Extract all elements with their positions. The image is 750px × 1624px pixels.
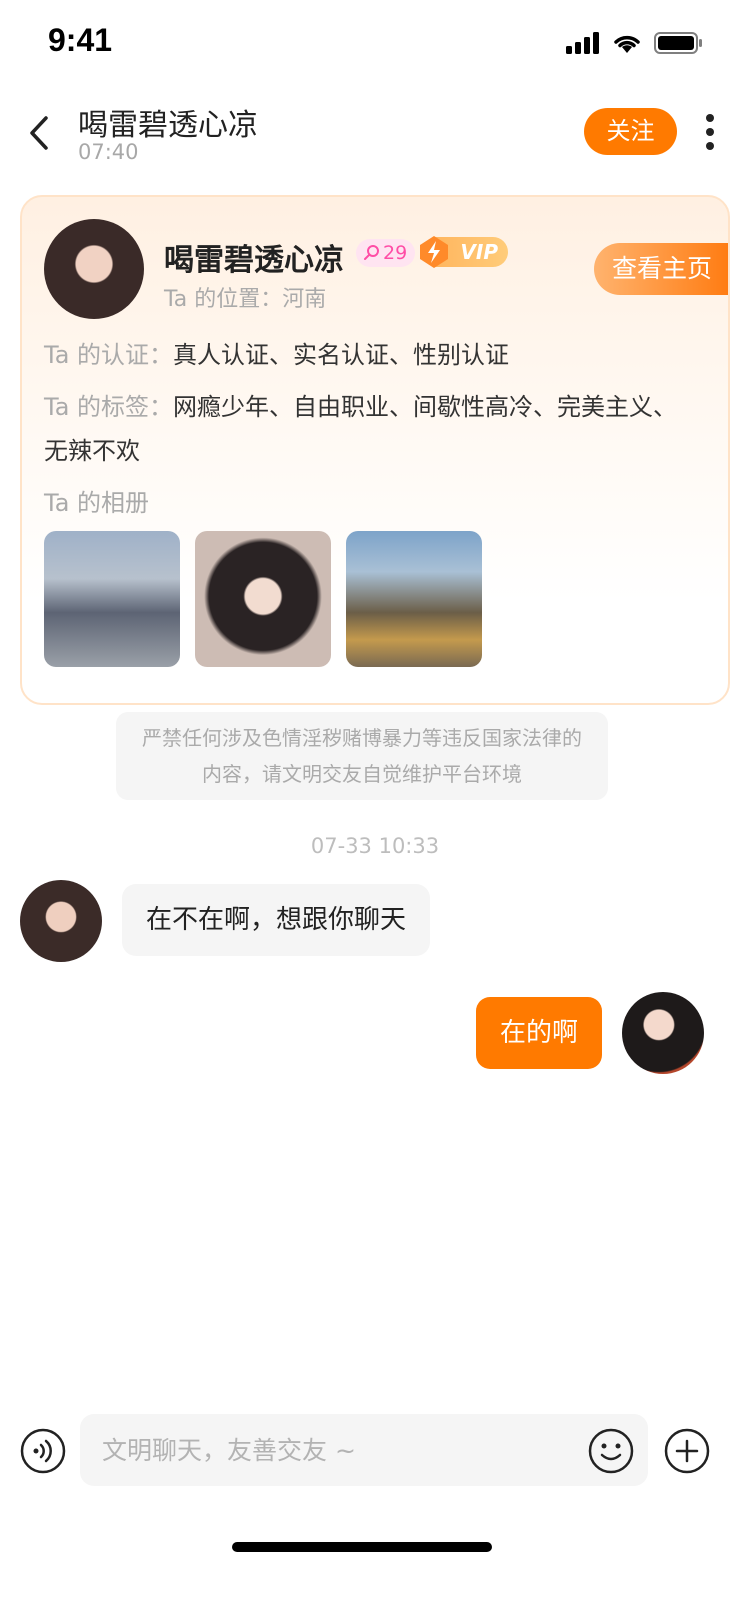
plus-icon bbox=[664, 1428, 710, 1474]
input-bar bbox=[0, 1410, 750, 1494]
chat-subtitle: 07:40 bbox=[78, 140, 139, 164]
message-input-box bbox=[80, 1414, 648, 1486]
profile-avatar[interactable] bbox=[44, 219, 144, 319]
view-homepage-button[interactable]: 查看主页 bbox=[594, 243, 728, 295]
voice-icon bbox=[20, 1428, 66, 1474]
location-value: 河南 bbox=[282, 287, 327, 312]
message-timestamp: 07-33 10:33 bbox=[310, 834, 440, 858]
emoji-button[interactable] bbox=[588, 1428, 634, 1474]
battery-icon bbox=[654, 32, 702, 54]
message-input[interactable] bbox=[80, 1414, 560, 1486]
album-label: Ta 的相册 bbox=[44, 489, 150, 517]
album-photos bbox=[44, 531, 482, 667]
tags-row: Ta 的标签：网瘾少年、自由职业、间歇性高冷、完美主义、无辣不欢 bbox=[44, 385, 694, 473]
more-button[interactable] bbox=[698, 112, 722, 152]
message-bubble-incoming[interactable]: 在不在啊，想跟你聊天 bbox=[122, 884, 431, 956]
certification-value: 真人认证、实名认证、性别认证 bbox=[173, 341, 510, 369]
smiley-icon bbox=[588, 1428, 634, 1474]
chat-title: 喝雷碧透心凉 bbox=[78, 108, 258, 143]
profile-name: 喝雷碧透心凉 bbox=[164, 243, 344, 278]
lightning-icon bbox=[420, 236, 448, 268]
album-photo[interactable] bbox=[195, 531, 331, 667]
more-vertical-icon bbox=[706, 114, 714, 150]
profile-location: Ta 的位置：河南 bbox=[164, 281, 326, 313]
chevron-left-icon bbox=[30, 116, 48, 150]
female-icon bbox=[364, 245, 379, 260]
wifi-icon bbox=[614, 35, 640, 53]
voice-button[interactable] bbox=[20, 1428, 66, 1474]
back-button[interactable] bbox=[22, 108, 62, 158]
message-bubble-outgoing[interactable]: 在的啊 bbox=[475, 997, 602, 1069]
certification-row: Ta 的认证：真人认证、实名认证、性别认证 bbox=[44, 333, 509, 377]
profile-card: 喝雷碧透心凉 29 VIP Ta 的位置：河南 查看主页 Ta 的认证：真人认证… bbox=[20, 195, 730, 705]
tags-label: Ta 的标签： bbox=[44, 393, 174, 421]
location-label: Ta 的位置： bbox=[164, 287, 283, 312]
album-photo[interactable] bbox=[346, 531, 482, 667]
other-user-avatar[interactable] bbox=[20, 880, 102, 962]
add-button[interactable] bbox=[664, 1428, 710, 1474]
my-avatar[interactable] bbox=[622, 992, 704, 1074]
system-notice: 严禁任何涉及色情淫秽赌博暴力等违反国家法律的内容，请文明交友自觉维护平台环境 bbox=[116, 712, 608, 800]
vip-badge: VIP bbox=[420, 236, 508, 268]
age-value: 29 bbox=[383, 242, 408, 264]
certification-label: Ta 的认证： bbox=[44, 341, 174, 369]
home-indicator bbox=[232, 1542, 492, 1552]
album-photo[interactable] bbox=[44, 531, 180, 667]
signal-icon bbox=[566, 32, 599, 54]
status-icons bbox=[566, 32, 702, 54]
follow-button[interactable]: 关注 bbox=[584, 108, 677, 155]
age-badge: 29 bbox=[356, 239, 416, 267]
vip-label: VIP bbox=[460, 240, 498, 264]
status-time: 9:41 bbox=[48, 22, 113, 58]
chat-header: 喝雷碧透心凉 07:40 关注 bbox=[0, 88, 750, 188]
status-bar: 9:41 bbox=[0, 0, 750, 88]
